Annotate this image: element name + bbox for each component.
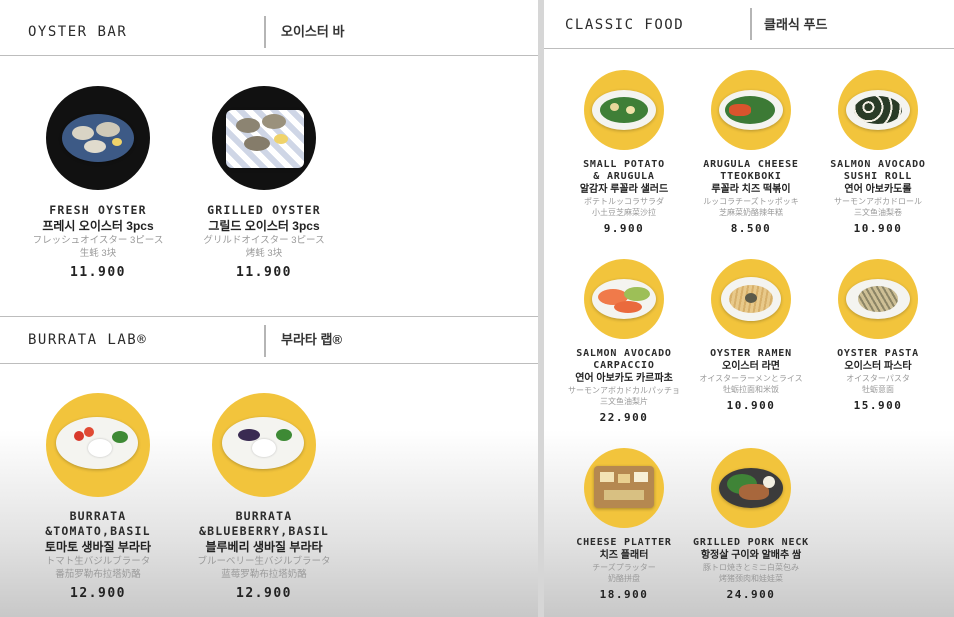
item-name-cn: 烤猪颈肉和娃娃菜 <box>719 574 783 583</box>
item-name-en: GRILLED PORK NECK <box>693 537 809 548</box>
oyster-bar-title: OYSTER BAR <box>28 24 128 40</box>
item-name-cn: 奶酪拼盘 <box>608 574 640 583</box>
item-price: 15.900 <box>853 399 903 412</box>
menu-item-oyster-ramen[interactable]: OYSTER RAMEN 오이스터 라면 オイスターラーメンとライス 牡蛎拉面和… <box>687 259 815 412</box>
item-name-cn: 牡蛎拉面和米饭 <box>723 385 779 394</box>
item-name-ko: 치즈 플래터 <box>599 550 649 561</box>
carpaccio-plate-icon <box>584 259 664 339</box>
pasta-plate-icon <box>838 259 918 339</box>
burrata-lab-title: BURRATA LAB® <box>28 332 148 348</box>
item-name-jp: オイスターラーメンとライス <box>699 374 803 383</box>
item-name-ko: 연어 아보카도 카르파초 <box>575 373 673 384</box>
potato-salad-plate-icon <box>584 70 664 150</box>
item-name-jp: ブルーベリー生バジルブラータ <box>197 556 331 567</box>
item-name-cn: 牡蛎意面 <box>862 385 894 394</box>
menu-item-oyster-pasta[interactable]: OYSTER PASTA 오이스터 파스타 オイスターパスタ 牡蛎意面 15.9… <box>814 259 942 412</box>
item-name-en: SALMON AVOCADO CARPACCIO <box>576 348 672 371</box>
item-name-en: FRESH OYSTER <box>49 203 147 217</box>
menu-item-grilled-pork-neck[interactable]: GRILLED PORK NECK 항정살 구이와 알배추 쌈 豚トロ焼きとミニ… <box>687 448 815 601</box>
menu-item-potato-arugula[interactable]: SMALL POTATO & ARUGULA 알감자 루꼴라 샐러드 ポテトルッコ… <box>560 70 688 235</box>
item-name-en: SMALL POTATO & ARUGULA <box>583 159 665 182</box>
item-name-ko: 항정살 구이와 알배추 쌈 <box>700 550 802 561</box>
cheese-board-icon <box>584 448 664 528</box>
item-price: 18.900 <box>599 588 649 601</box>
classic-food-menu-page: CLASSIC FOOD 클래식 푸드 SMALL POTATO & ARUGUL… <box>544 0 954 617</box>
menu-item-salmon-avocado-carpaccio[interactable]: SALMON AVOCADO CARPACCIO 연어 아보카도 카르파초 サーモ… <box>560 259 688 424</box>
item-name-jp: 豚トロ焼きとミニ白菜包み <box>703 563 799 572</box>
menu-item-salmon-avocado-sushi-roll[interactable]: SALMON AVOCADO SUSHI ROLL 연어 아보카도롤 サーモンアボ… <box>814 70 942 235</box>
tteokboki-plate-icon <box>711 70 791 150</box>
item-name-en: BURRATA &TOMATO,BASIL <box>45 509 151 538</box>
oyster-burrata-menu-page: OYSTER BAR 오이스터 바 FRESH OYSTER 프레시 오이스터 … <box>0 0 538 617</box>
item-name-ko: 오이스터 라면 <box>722 361 780 372</box>
burrata-lab-title-ko: 부라타 랩® <box>281 332 343 347</box>
item-name-en: BURRATA &BLUEBERRY,BASIL <box>199 509 329 538</box>
header-divider <box>750 8 752 40</box>
item-price: 10.900 <box>726 399 776 412</box>
ramen-bowl-icon <box>711 259 791 339</box>
item-name-cn: 小土豆芝麻菜沙拉 <box>592 208 656 217</box>
item-name-cn: 三文鱼油梨片 <box>600 397 648 406</box>
item-name-jp: ポテトルッコラサラダ <box>584 197 664 206</box>
item-price: 11.900 <box>70 265 126 280</box>
item-name-cn: 生蚝 3块 <box>79 248 117 259</box>
item-name-en: CHEESE PLATTER <box>576 537 672 548</box>
menu-item-arugula-cheese-tteokboki[interactable]: ARUGULA CHEESE TTEOKBOKI 루꼴라 치즈 떡볶이 ルッコラチ… <box>687 70 815 235</box>
item-name-jp: グリルドオイスター 3ピース <box>203 235 325 246</box>
item-name-ko: 루꼴라 치즈 떡볶이 <box>711 184 791 195</box>
item-name-ko: 프레시 오이스터 3pcs <box>42 219 154 233</box>
oyster-plate-icon <box>46 86 150 190</box>
item-name-jp: トマト生バジルブラータ <box>45 556 151 567</box>
item-name-jp: サーモンアボカドロール <box>834 197 922 206</box>
grilled-oyster-plate-icon <box>212 86 316 190</box>
item-name-jp: チーズプラッター <box>592 563 656 572</box>
classic-food-header: CLASSIC FOOD 클래식 푸드 <box>544 2 954 49</box>
burrata-lab-header: BURRATA LAB® 부라타 랩® <box>0 316 538 364</box>
header-divider <box>264 16 266 48</box>
item-name-ko: 블루베리 생바질 부라타 <box>205 540 323 554</box>
item-price: 11.900 <box>236 265 292 280</box>
menu-item-burrata-tomato[interactable]: BURRATA &TOMATO,BASIL 토마토 생바질 부라타 トマト生バジル… <box>23 393 173 601</box>
item-name-cn: 蓝莓罗勒布拉塔奶酪 <box>221 569 307 580</box>
item-name-jp: オイスターパスタ <box>846 374 910 383</box>
classic-food-title-ko: 클래식 푸드 <box>764 17 828 32</box>
item-name-jp: サーモンアボカドカルパッチョ <box>568 386 680 395</box>
item-price: 10.900 <box>853 222 903 235</box>
burrata-tomato-plate-icon <box>46 393 150 497</box>
header-divider <box>264 325 266 357</box>
pork-neck-plate-icon <box>711 448 791 528</box>
menu-item-burrata-blueberry[interactable]: BURRATA &BLUEBERRY,BASIL 블루베리 생바질 부라타 ブルー… <box>189 393 339 601</box>
sushi-roll-plate-icon <box>838 70 918 150</box>
item-price: 9.900 <box>603 222 645 235</box>
item-name-jp: フレッシュオイスター 3ピース <box>32 235 164 246</box>
classic-food-title: CLASSIC FOOD <box>565 17 685 33</box>
item-price: 22.900 <box>599 411 649 424</box>
burrata-blueberry-plate-icon <box>212 393 316 497</box>
item-name-en: SALMON AVOCADO SUSHI ROLL <box>830 159 926 182</box>
item-name-en: ARUGULA CHEESE TTEOKBOKI <box>703 159 799 182</box>
item-price: 8.500 <box>730 222 772 235</box>
item-price: 12.900 <box>70 586 126 601</box>
item-name-ko: 토마토 생바질 부라타 <box>44 540 152 554</box>
item-name-ko: 그릴드 오이스터 3pcs <box>208 219 320 233</box>
menu-item-cheese-platter[interactable]: CHEESE PLATTER 치즈 플래터 チーズプラッター 奶酪拼盘 18.9… <box>560 448 688 601</box>
item-price: 24.900 <box>726 588 776 601</box>
item-name-ko: 연어 아보카도롤 <box>844 184 912 195</box>
item-name-cn: 烤蚝 3块 <box>245 248 283 259</box>
item-name-cn: 番茄罗勒布拉塔奶酪 <box>55 569 141 580</box>
item-name-en: GRILLED OYSTER <box>207 203 321 217</box>
item-name-en: OYSTER PASTA <box>837 348 919 359</box>
item-name-ko: 알감자 루꼴라 샐러드 <box>579 184 669 195</box>
item-name-jp: ルッコラチーズトッポッキ <box>703 197 799 206</box>
menu-item-fresh-oyster[interactable]: FRESH OYSTER 프레시 오이스터 3pcs フレッシュオイスター 3ピ… <box>23 86 173 280</box>
item-name-en: OYSTER RAMEN <box>710 348 792 359</box>
item-price: 12.900 <box>236 586 292 601</box>
item-name-ko: 오이스터 파스타 <box>844 361 912 372</box>
item-name-cn: 芝麻菜奶酪辣年糕 <box>719 208 783 217</box>
oyster-bar-title-ko: 오이스터 바 <box>281 24 345 39</box>
item-name-cn: 三文鱼油梨卷 <box>854 208 902 217</box>
oyster-bar-header: OYSTER BAR 오이스터 바 <box>0 9 538 56</box>
menu-item-grilled-oyster[interactable]: GRILLED OYSTER 그릴드 오이스터 3pcs グリルドオイスター 3… <box>189 86 339 280</box>
